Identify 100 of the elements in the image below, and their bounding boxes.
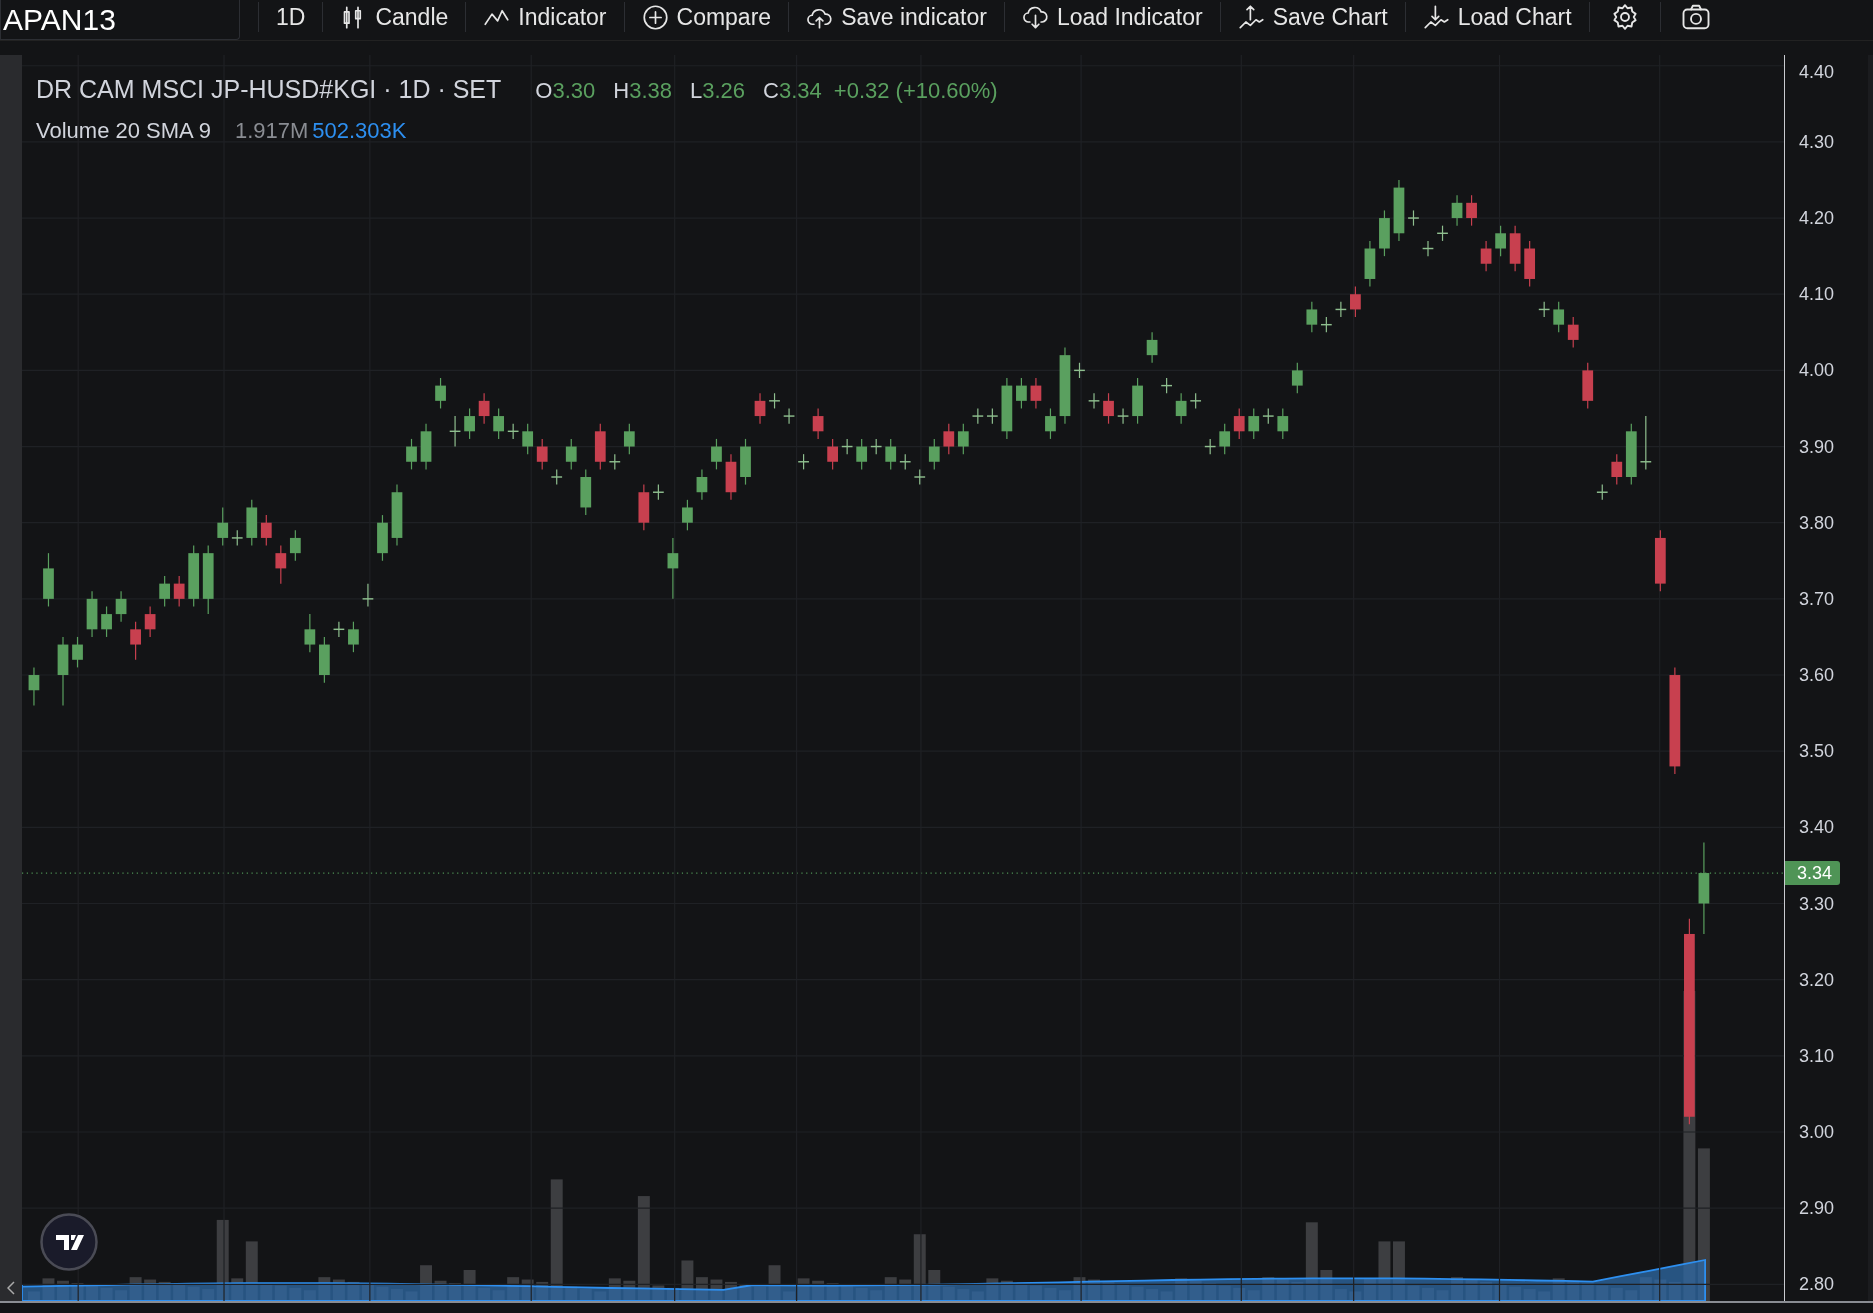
candlestick [943,423,955,455]
price-axis-label: 4.30 [1799,131,1835,153]
price-axis-label: 3.00 [1799,1121,1835,1143]
candlestick [115,590,127,623]
candlestick [522,423,534,455]
compare-button[interactable]: Compare [624,0,789,34]
price-axis-label: 3.70 [1799,588,1835,610]
chart-down-arrow-icon [1422,3,1450,31]
candlestick [101,605,112,638]
candlestick [957,423,969,455]
candlestick [885,438,897,470]
candlestick [856,438,868,470]
logo-icon[interactable] [40,1213,98,1271]
candlestick [1291,362,1303,394]
last-price-label: 3.34 [1785,861,1841,886]
candlestick [1175,392,1187,425]
candlestick [1567,316,1579,349]
ohlc-key: L [690,78,703,104]
price-axis-label: 4.10 [1799,283,1835,305]
candlestick [275,544,287,585]
save-indicator-button[interactable]: Save indicator [789,0,1004,34]
ohlc-value: 3.30 [552,78,596,104]
candlestick [493,407,505,440]
ohlc-key: O [535,78,553,104]
load-indicator-button[interactable]: Load Indicator [1004,0,1220,34]
price-axis-label: 4.40 [1799,61,1835,83]
candlestick [827,438,839,470]
candlestick [1466,194,1477,227]
candlestick [362,583,374,608]
volume-sma-value: 502.303K [312,118,407,144]
price-axis-label: 3.40 [1799,816,1835,838]
price-axis-label: 3.10 [1799,1045,1835,1067]
save-chart-button[interactable]: Save Chart [1220,0,1405,34]
candlestick [1451,194,1463,227]
symbol-title: DR CAM MSCI JP-HUSD#KGI · 1D · SET [36,75,502,104]
candlestick [1146,331,1158,364]
candlestick [406,438,417,470]
chart-type-button[interactable]: Candle [323,0,466,34]
candlestick [304,613,316,653]
indicator-button[interactable]: Indicator [466,0,624,34]
candlestick [783,407,795,425]
candlestick [1306,301,1318,333]
candlestick [667,537,679,600]
candlestick [28,666,40,707]
candlestick [1277,407,1289,440]
interval-button[interactable]: 1D [259,0,323,34]
ohlc-value: 3.34 [778,78,822,104]
candlestick [1553,301,1565,333]
candlestick [696,468,708,501]
candlestick [72,636,83,668]
candlestick [711,438,722,470]
candlestick [1248,407,1260,440]
candlestick [464,407,475,440]
price-axis-label: 4.20 [1799,207,1835,229]
plus-circle-icon [641,3,669,31]
candlestick [682,499,693,531]
candlestick [1495,225,1506,257]
ohlc-value: 3.26 [702,78,746,104]
candlestick [144,605,156,638]
camera-icon [1680,2,1711,32]
candlestick [1045,407,1056,440]
price-axis-label: 2.90 [1799,1197,1835,1219]
price-axis-label: 3.80 [1799,512,1835,534]
ohlc-key: H [613,78,630,104]
candlestick [478,392,490,425]
candlestick [1233,407,1245,440]
candlestick [1030,377,1042,410]
candlestick [1103,392,1114,425]
symbol-field[interactable]: APAN13 [0,0,240,40]
candlestick [289,529,301,562]
candlestick [348,621,359,653]
candlestick [435,377,446,410]
candlestick [623,423,635,455]
candlestick [1611,453,1623,486]
candlestick [173,575,185,608]
candlestick [1117,407,1129,425]
price-axis-label: 3.30 [1799,893,1835,914]
candlestick [130,621,141,661]
load-chart-button[interactable]: Load Chart [1405,0,1589,34]
candlestick [260,514,272,547]
candlestick [754,392,766,425]
candlestick [217,506,229,547]
price-axis-label: 3.60 [1799,664,1835,686]
candlestick [1016,377,1027,410]
volume-label: Volume 20 SMA 9 [36,118,211,144]
candlestick [1350,286,1361,318]
price-axis-label: 3.20 [1799,969,1835,991]
candlestick [1088,392,1100,410]
candlestick [928,438,940,470]
volume-value: 1.917M [234,118,309,144]
chevron-left-icon[interactable] [7,1281,15,1295]
ohlc-key: C [763,78,779,104]
candlestick [1480,240,1492,272]
price-axis-label: 2.80 [1799,1273,1835,1295]
candlestick [565,438,577,470]
price-axis-label: 3.90 [1799,436,1835,457]
candlestick [1219,423,1231,455]
candlestick [812,407,824,440]
candlestick [536,438,548,470]
price-axis-label: 3.50 [1799,740,1835,762]
